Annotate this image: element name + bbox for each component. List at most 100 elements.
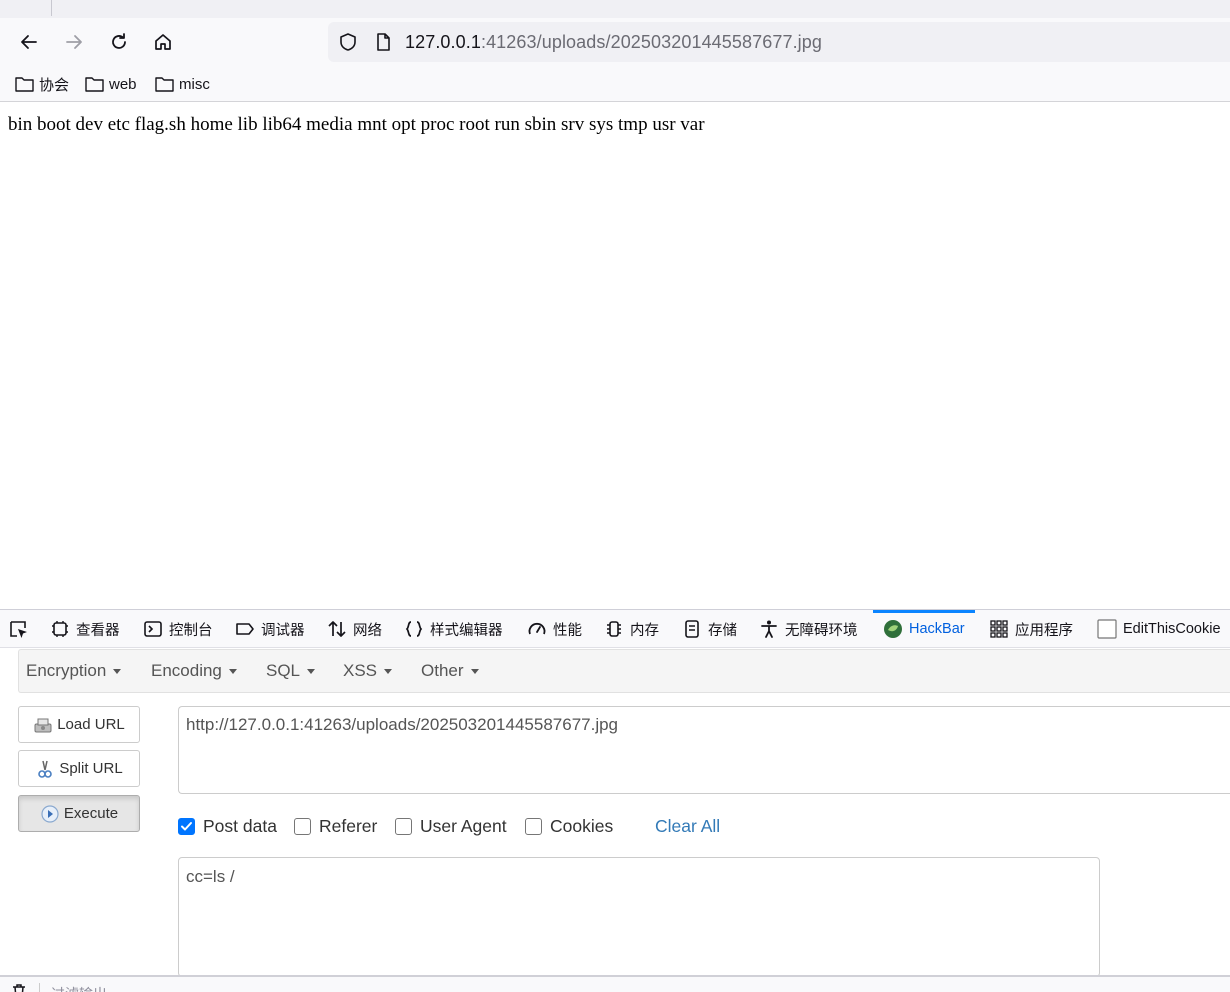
url-textarea-value: http://127.0.0.1:41263/uploads/202503201… — [186, 715, 619, 734]
memory-icon — [607, 621, 621, 637]
forward-button[interactable] — [58, 26, 90, 58]
console-filter-input[interactable]: 过滤输出 — [51, 984, 107, 992]
cookie-icon — [1097, 619, 1117, 639]
menu-encoding[interactable]: Encoding — [151, 661, 237, 681]
hackbar-menubar: Encryption Encoding SQL XSS Other — [18, 649, 1230, 693]
option-label: Post data — [203, 816, 277, 836]
tab-separator — [51, 0, 52, 16]
folder-icon — [15, 77, 34, 92]
tab-memory[interactable]: 内存 — [604, 610, 659, 648]
page-icon[interactable] — [373, 32, 393, 52]
tab-storage[interactable]: 存储 — [682, 610, 737, 648]
post-data-option[interactable]: Post data — [178, 816, 277, 837]
post-data-value: cc=ls / — [186, 867, 235, 886]
load-url-button[interactable]: Load URL — [18, 706, 140, 743]
tab-network[interactable]: 网络 — [327, 610, 382, 648]
application-icon — [990, 620, 1008, 638]
post-data-textarea[interactable]: cc=ls / — [178, 857, 1100, 977]
tab-performance[interactable]: 性能 — [527, 610, 582, 648]
caret-down-icon — [470, 668, 479, 674]
tab-label: 网络 — [353, 622, 382, 639]
network-icon — [328, 621, 346, 637]
user-agent-option[interactable]: User Agent — [395, 816, 507, 837]
home-button[interactable] — [147, 26, 179, 58]
address-bar[interactable]: 127.0.0.1:41263/uploads/2025032014455876… — [328, 22, 1230, 62]
option-label: User Agent — [420, 816, 507, 836]
hackbar-icon — [884, 620, 902, 638]
play-icon — [41, 804, 59, 823]
bookmark-folder-misc[interactable]: misc — [155, 74, 210, 94]
post-data-checkbox[interactable] — [178, 818, 195, 835]
referer-option[interactable]: Referer — [294, 816, 377, 837]
back-arrow-icon — [21, 35, 37, 49]
split-url-button[interactable]: Split URL — [18, 750, 140, 787]
tab-label: 应用程序 — [1015, 622, 1073, 639]
tab-label: 无障碍环境 — [785, 622, 858, 639]
caret-down-icon — [113, 668, 122, 674]
caret-down-icon — [228, 668, 237, 674]
bookmarks-toolbar: 协会 web misc — [0, 66, 1230, 102]
back-button[interactable] — [13, 26, 45, 58]
clear-all-link[interactable]: Clear All — [655, 816, 720, 837]
devtools-tabbar: 查看器 控制台 调试器 网络 样式编辑器 性能 内存 存储 无障碍环境 Hack… — [0, 610, 1230, 648]
tab-label: 查看器 — [76, 622, 120, 639]
tab-application[interactable]: 应用程序 — [989, 610, 1073, 648]
button-label: Split URL — [59, 760, 123, 777]
tab-debugger[interactable]: 调试器 — [235, 610, 305, 648]
folder-icon — [155, 77, 174, 92]
address-text[interactable]: 127.0.0.1:41263/uploads/2025032014455876… — [405, 32, 822, 52]
tab-strip — [0, 0, 1230, 18]
bookmark-folder-xiehui[interactable]: 协会 — [15, 74, 69, 94]
menu-label: SQL — [266, 661, 301, 680]
tab-label: 性能 — [553, 622, 582, 639]
tab-accessibility[interactable]: 无障碍环境 — [759, 610, 858, 648]
load-url-icon — [34, 718, 52, 732]
request-options: Post data Referer User Agent Cookies Cle… — [178, 816, 1230, 838]
cookies-checkbox[interactable] — [525, 818, 542, 835]
console-icon — [144, 621, 162, 637]
navigation-toolbar: 127.0.0.1:41263/uploads/2025032014455876… — [0, 18, 1230, 66]
tab-label: 内存 — [630, 622, 659, 639]
reload-button[interactable] — [103, 26, 135, 58]
bookmark-folder-web[interactable]: web — [85, 74, 137, 94]
tab-label: 样式编辑器 — [430, 622, 503, 639]
option-label: Cookies — [550, 816, 614, 836]
element-picker-icon[interactable] — [8, 619, 30, 641]
home-icon — [155, 34, 171, 50]
tab-inspector[interactable]: 查看器 — [50, 610, 120, 648]
check-icon — [181, 822, 192, 831]
caret-down-icon — [384, 668, 393, 674]
forward-arrow-icon — [66, 35, 82, 49]
menu-label: XSS — [343, 661, 378, 680]
bookmark-label: misc — [179, 75, 210, 93]
option-label: Referer — [319, 816, 378, 836]
tab-hackbar[interactable]: HackBar — [873, 610, 975, 648]
menu-encryption[interactable]: Encryption — [26, 661, 122, 681]
menu-label: Encoding — [151, 661, 222, 680]
url-textarea[interactable]: http://127.0.0.1:41263/uploads/202503201… — [178, 706, 1230, 794]
toolbar-separator — [39, 983, 40, 992]
referer-checkbox[interactable] — [294, 818, 311, 835]
menu-other[interactable]: Other — [421, 661, 479, 681]
storage-icon — [685, 620, 699, 638]
split-console-toolbar: 过滤输出 — [0, 975, 1230, 992]
bookmark-label: web — [109, 75, 137, 93]
inspector-icon — [52, 621, 68, 637]
menu-sql[interactable]: SQL — [266, 661, 316, 681]
caret-down-icon — [307, 668, 316, 674]
tab-style-editor[interactable]: 样式编辑器 — [404, 610, 503, 648]
tab-label: 控制台 — [169, 622, 213, 639]
devtools-panel: 查看器 控制台 调试器 网络 样式编辑器 性能 内存 存储 无障碍环境 Hack… — [0, 609, 1230, 992]
trash-icon[interactable] — [10, 984, 28, 992]
cookies-option[interactable]: Cookies — [525, 816, 613, 837]
user-agent-checkbox[interactable] — [395, 818, 412, 835]
tab-editthiscookie[interactable]: EditThisCookie — [1097, 610, 1221, 648]
execute-button[interactable]: Execute — [18, 795, 140, 832]
shield-icon[interactable] — [338, 32, 358, 52]
folder-icon — [85, 77, 104, 92]
tab-label: 调试器 — [261, 622, 305, 639]
tab-console[interactable]: 控制台 — [143, 610, 213, 648]
style-editor-icon — [405, 621, 423, 637]
menu-label: Other — [421, 661, 464, 680]
menu-xss[interactable]: XSS — [343, 661, 393, 681]
